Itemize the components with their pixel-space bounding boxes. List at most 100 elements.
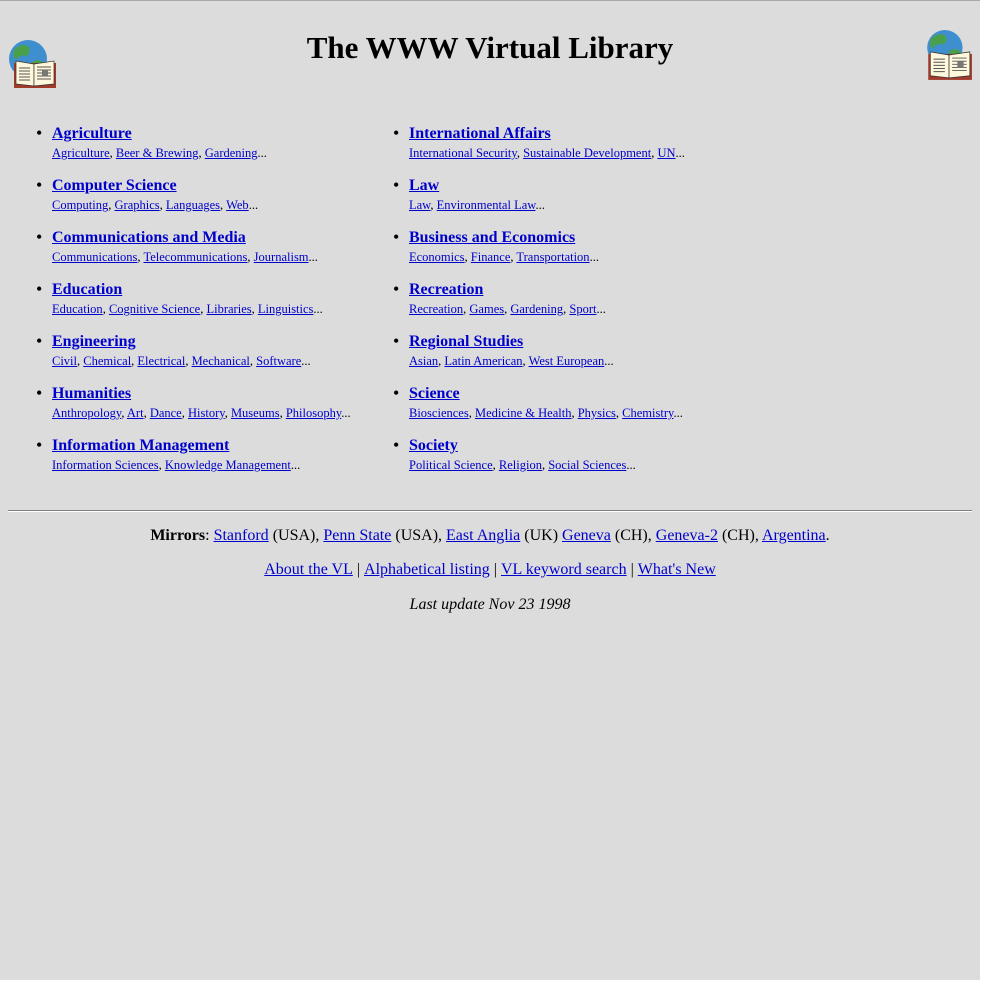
subcategory-link-latin-american[interactable]: Latin American [444,354,522,368]
subcategory-link-computing[interactable]: Computing [52,198,108,212]
bullet-icon: • [393,383,400,403]
subcategory-link-telecommunications[interactable]: Telecommunications [143,250,247,264]
category-link-computer-science[interactable]: Computer Science [52,177,376,195]
mirror-link-geneva[interactable]: Geneva [562,527,611,544]
subcategory-link-finance[interactable]: Finance [471,250,511,264]
bullet-icon: • [36,435,43,455]
subcategory-link-west-european[interactable]: West European [529,354,605,368]
subcategory-link-museums[interactable]: Museums [231,406,280,420]
subcategory-link-languages[interactable]: Languages [166,198,220,212]
nav-separator: | [356,561,361,578]
bullet-icon: • [36,331,43,351]
category-link-international-affairs[interactable]: International Affairs [409,125,733,143]
subcategory-link-medicine-and-health[interactable]: Medicine & Health [475,406,572,420]
subcategory-link-civil[interactable]: Civil [52,354,77,368]
top-border [0,0,980,1]
mirror-link-geneva-2[interactable]: Geneva-2 [656,527,718,544]
subcategory-link-dance[interactable]: Dance [150,406,182,420]
category-link-recreation[interactable]: Recreation [409,281,733,299]
subcategory-link-agriculture[interactable]: Agriculture [52,146,110,160]
category-link-society[interactable]: Society [409,437,733,455]
subcategory-link-sustainable-development[interactable]: Sustainable Development [523,146,651,160]
category-link-engineering[interactable]: Engineering [52,333,376,351]
category-link-humanities[interactable]: Humanities [52,385,376,403]
subcategory-link-chemistry[interactable]: Chemistry [622,406,673,420]
nav-link-about-the-vl[interactable]: About the VL [264,561,353,578]
mirror-link-argentina[interactable]: Argentina [762,527,826,544]
subcategory-link-biosciences[interactable]: Biosciences [409,406,469,420]
subcategory-link-software[interactable]: Software [256,354,301,368]
category-item: • Science Biosciences, Medicine & Health, … [393,383,733,437]
category-item: • Computer Science Computing, Graphics, La… [36,176,376,229]
category-link-business-and-economics[interactable]: Business and Economics [409,229,733,247]
subcategory-link-international-security[interactable]: International Security [409,146,517,160]
subcategory-link-linguistics[interactable]: Linguistics [258,302,314,316]
subcategory-links: Asian, Latin American, West European... [409,354,614,368]
nav-separator: | [630,561,634,578]
subcategory-link-economics[interactable]: Economics [409,250,465,264]
category-item: • Society Political Science, Religion, Soc… [393,436,733,489]
subcategory-link-gardening[interactable]: Gardening [205,146,258,160]
subcategory-link-chemical[interactable]: Chemical [83,354,131,368]
category-link-science[interactable]: Science [409,385,733,403]
subcategory-link-transportation[interactable]: Transportation [516,250,589,264]
mirror-link-penn-state[interactable]: Penn State [323,527,391,544]
bullet-icon: • [393,175,400,195]
subcategory-link-physics[interactable]: Physics [578,406,616,420]
subcategory-link-beer-and-brewing[interactable]: Beer & Brewing [116,146,199,160]
subcategory-link-knowledge-management[interactable]: Knowledge Management [165,458,291,472]
subcategory-link-philosophy[interactable]: Philosophy [286,406,341,420]
subcategory-link-libraries[interactable]: Libraries [206,302,251,316]
category-link-communications-and-media[interactable]: Communications and Media [52,229,376,247]
category-item: • Recreation Recreation, Games, Gardening,… [393,279,733,333]
bullet-icon: • [393,227,400,247]
nav-separator: | [493,561,497,578]
bullet-icon: • [36,279,43,299]
subcategory-link-anthropology[interactable]: Anthropology [52,406,121,420]
subcategory-link-electrical[interactable]: Electrical [137,354,185,368]
subcategory-link-gardening[interactable]: Gardening [510,302,563,316]
nav-link-vl-keyword-search[interactable]: VL keyword search [501,561,627,578]
category-link-agriculture[interactable]: Agriculture [52,125,376,143]
mirror-link-east-anglia[interactable]: East Anglia [446,527,520,544]
subcategory-link-recreation[interactable]: Recreation [409,302,463,316]
subcategory-links: Political Science, Religion, Social Scie… [409,458,636,472]
subcategory-link-art[interactable]: Art [127,406,144,420]
subcategory-link-sport[interactable]: Sport [569,302,596,316]
subcategory-link-asian[interactable]: Asian [409,354,438,368]
subcategory-link-web[interactable]: Web [226,198,249,212]
category-link-education[interactable]: Education [52,281,376,299]
subcategory-links: Computing, Graphics, Languages, Web... [52,198,259,212]
subcategory-link-journalism[interactable]: Journalism [254,250,309,264]
horizontal-rule [8,510,972,512]
subcategory-link-information-sciences[interactable]: Information Sciences [52,458,159,472]
mirrors-label: Mirrors [150,527,206,544]
bullet-icon: • [393,279,400,299]
subcategory-link-social-sciences[interactable]: Social Sciences [548,458,626,472]
subcategory-link-environmental-law[interactable]: Environmental Law [437,198,536,212]
nav-link-what-s-new[interactable]: What's New [638,561,716,578]
category-item: • Education Education, Cognitive Science, … [36,279,376,333]
mirror-link-stanford[interactable]: Stanford [214,527,269,544]
subcategory-links: Information Sciences, Knowledge Manageme… [52,458,301,472]
subcategory-links: Communications, Telecommunications, Jour… [52,250,318,264]
subcategory-links: Anthropology, Art, Dance, History, Museu… [52,406,351,420]
category-link-law[interactable]: Law [409,177,733,195]
subcategory-link-history[interactable]: History [188,406,225,420]
mirrors-line: Mirrors: Stanford (USA), Penn State (USA… [150,527,830,544]
subcategory-link-un[interactable]: UN [657,146,675,160]
subcategory-link-cognitive-science[interactable]: Cognitive Science [109,302,200,316]
subcategory-link-education[interactable]: Education [52,302,103,316]
subcategory-link-games[interactable]: Games [469,302,504,316]
subcategory-link-graphics[interactable]: Graphics [115,198,160,212]
nav-link-alphabetical-listing[interactable]: Alphabetical listing [364,561,490,578]
category-item: • Information Management Information Scien… [36,435,376,489]
subcategory-link-political-science[interactable]: Political Science [409,458,493,472]
subcategory-link-communications[interactable]: Communications [52,250,137,264]
category-link-information-management[interactable]: Information Management [52,437,376,455]
subcategory-link-mechanical[interactable]: Mechanical [192,354,250,368]
category-link-regional-studies[interactable]: Regional Studies [409,333,733,351]
subcategory-link-religion[interactable]: Religion [499,458,542,472]
subcategory-link-law[interactable]: Law [409,198,430,212]
category-item: • Engineering Civil, Chemical, Electrical,… [36,331,376,385]
